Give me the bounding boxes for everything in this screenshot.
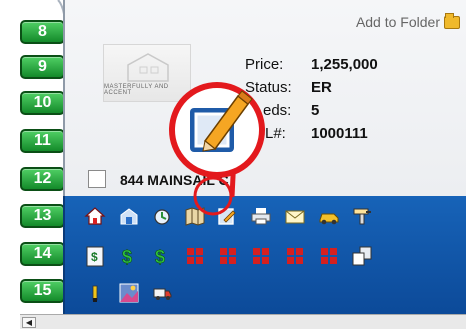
status-field: Status: ER xyxy=(245,79,332,96)
add-to-folder-link[interactable]: Add to Folder xyxy=(355,12,460,30)
row-number-button[interactable]: 8 xyxy=(20,20,65,44)
select-listing-checkbox[interactable] xyxy=(88,170,106,188)
mls-field: L#: 1000111 xyxy=(245,125,368,142)
map-icon[interactable] xyxy=(183,205,207,227)
beds-value: 5 xyxy=(311,102,320,119)
status-value: ER xyxy=(311,79,332,96)
thumbnail-caption: MASTERFULLY AND ACCENT xyxy=(104,84,169,96)
beds-label: eds: xyxy=(263,102,292,119)
price-field: Price: 1,255,000 xyxy=(245,56,378,73)
listing-thumbnail[interactable]: MASTERFULLY AND ACCENT xyxy=(103,44,191,102)
listing-address: 844 MAINSAIL C xyxy=(120,172,229,188)
email-icon[interactable] xyxy=(283,205,307,227)
coop-icon[interactable] xyxy=(183,245,207,267)
building-icon[interactable] xyxy=(117,205,141,227)
copy-icon[interactable] xyxy=(350,245,374,267)
coop-icon[interactable] xyxy=(216,245,240,267)
coop-icon[interactable] xyxy=(249,245,273,267)
row-number-button[interactable]: 13 xyxy=(20,204,65,228)
print-icon[interactable] xyxy=(249,205,273,227)
svg-text:$: $ xyxy=(155,247,165,267)
car-icon[interactable] xyxy=(317,205,341,227)
mls-label: L#: xyxy=(265,125,286,142)
mls-value: 1000111 xyxy=(311,125,368,142)
row-number-button[interactable]: 12 xyxy=(20,167,65,191)
row-number-button[interactable]: 10 xyxy=(20,91,65,115)
add-to-folder-label: Add to Folder xyxy=(355,14,440,30)
status-label: Status: xyxy=(245,79,292,96)
price-value: 1,255,000 xyxy=(311,56,378,73)
listing-toolbar: $ $ $ xyxy=(63,196,466,314)
horizontal-scrollbar[interactable]: ◀ xyxy=(20,314,466,329)
rotate-icon[interactable] xyxy=(150,205,174,227)
row-number-button[interactable]: 11 xyxy=(20,129,65,153)
edit-icon[interactable] xyxy=(215,205,239,227)
row-number-button[interactable]: 9 xyxy=(20,55,65,79)
document-icon[interactable]: $ xyxy=(83,245,107,267)
row-number-rail: 8 9 10 11 12 13 14 15 xyxy=(0,0,70,329)
price-label: Price: xyxy=(245,56,284,73)
house-sketch-icon xyxy=(127,53,169,82)
photos-icon[interactable] xyxy=(117,282,141,304)
marker-icon[interactable] xyxy=(83,282,107,304)
scroll-left-button[interactable]: ◀ xyxy=(22,317,36,328)
home-icon[interactable] xyxy=(83,205,107,227)
truck-icon[interactable] xyxy=(150,282,174,304)
coop-icon[interactable] xyxy=(317,245,341,267)
svg-text:$: $ xyxy=(122,247,132,267)
listing-card: Add to Folder MASTERFULLY AND ACCENT Pri… xyxy=(63,0,466,196)
row-number-button[interactable]: 14 xyxy=(20,242,65,266)
money-icon[interactable]: $ xyxy=(117,245,141,267)
folder-icon xyxy=(444,12,460,29)
tools-icon[interactable] xyxy=(350,205,374,227)
money-icon[interactable]: $ xyxy=(150,245,174,267)
coop-icon[interactable] xyxy=(283,245,307,267)
beds-field: eds: 5 xyxy=(245,102,319,119)
svg-text:$: $ xyxy=(91,250,98,264)
row-number-button[interactable]: 15 xyxy=(20,279,65,303)
